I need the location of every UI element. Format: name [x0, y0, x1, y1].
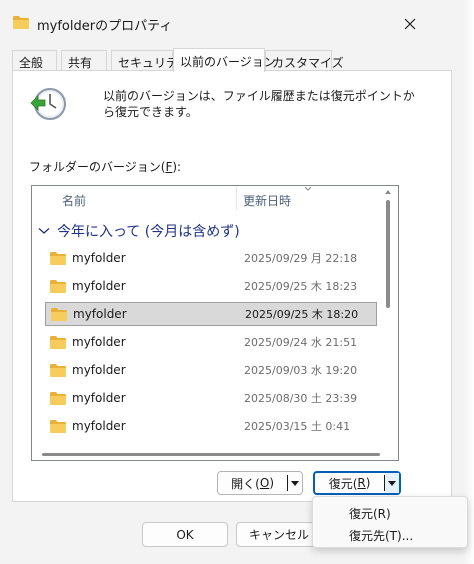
item-modified-date: 2025/09/29 月 22:18: [244, 252, 358, 265]
scroll-up-icon[interactable]: [384, 189, 392, 195]
open-button-prefix: 開く(: [231, 476, 260, 491]
vertical-scrollbar-thumb[interactable]: [386, 200, 390, 308]
versions-label-prefix: フォルダーのバージョン(: [29, 160, 166, 174]
list-item[interactable]: myfolder 2025/09/24 水 21:51: [45, 330, 377, 354]
versions-list[interactable]: 名前 更新日時 今年に入って (今月は含めず) myfolder 2025/09/…: [31, 185, 399, 461]
list-item[interactable]: myfolder 2025/08/30 土 23:39: [45, 386, 377, 410]
folder-icon: [13, 16, 29, 29]
horizontal-scrollbar-thumb[interactable]: [42, 453, 380, 456]
item-name: myfolder: [72, 391, 126, 405]
open-button[interactable]: 開く(O): [218, 472, 287, 494]
folder-icon: [50, 391, 66, 405]
tab-strip: 全般 共有 セキュリティ 以前のバージョン カスタマイズ: [12, 48, 452, 72]
restore-button[interactable]: 復元(R): [315, 473, 384, 493]
restore-dropdown-button[interactable]: [385, 473, 399, 493]
previous-versions-panel: 以前のバージョンは、ファイル履歴または復元ポイントから復元できます。 フォルダー…: [12, 70, 452, 502]
item-modified-date: 2025/08/30 土 23:39: [244, 392, 358, 405]
folder-icon: [50, 279, 66, 293]
caret-down-icon: [388, 480, 397, 486]
window-edge: [464, 0, 474, 564]
item-modified-date: 2025/09/25 木 18:20: [245, 308, 359, 321]
tab-previous-versions[interactable]: 以前のバージョン: [173, 48, 276, 72]
item-name: myfolder: [72, 363, 126, 377]
tab-security[interactable]: セキュリティ: [111, 50, 189, 71]
restore-dropdown-menu: 復元(R) 復元先(T)...: [312, 496, 468, 548]
menu-item-restore[interactable]: 復元(R): [349, 505, 391, 522]
tab-sharing[interactable]: 共有: [61, 50, 107, 71]
folder-icon: [51, 307, 67, 321]
caret-down-icon: [291, 480, 300, 486]
folder-icon: [50, 335, 66, 349]
item-name: myfolder: [72, 279, 126, 293]
column-header-name[interactable]: 名前: [62, 186, 86, 210]
close-icon: [404, 18, 416, 30]
sort-caret-icon: [304, 186, 312, 191]
tab-general[interactable]: 全般: [12, 50, 57, 71]
restore-button-prefix: 復元(: [328, 476, 358, 491]
open-button-accesskey: O: [259, 476, 270, 490]
clock-restore-icon: [30, 88, 66, 120]
group-header-label: 今年に入って (今月は含めず): [57, 224, 240, 240]
item-name: myfolder: [72, 419, 126, 433]
group-header[interactable]: 今年に入って (今月は含めず): [38, 220, 240, 242]
column-separator[interactable]: [236, 186, 237, 210]
window-title: myfolderのプロパティ: [37, 19, 173, 34]
list-item[interactable]: myfolder 2025/03/15 土 0:41: [45, 414, 377, 438]
chevron-down-icon: [38, 228, 50, 234]
folder-icon: [50, 251, 66, 265]
restore-split-button: 復元(R): [313, 471, 401, 495]
menu-item-restore-to[interactable]: 復元先(T)...: [349, 527, 413, 544]
info-text: 以前のバージョンは、ファイル履歴または復元ポイントから復元できます。: [103, 89, 415, 119]
cancel-button[interactable]: キャンセル: [236, 522, 322, 547]
item-modified-date: 2025/09/24 水 21:51: [244, 336, 358, 349]
open-button-suffix: ): [269, 476, 274, 490]
versions-label-suffix: ):: [172, 160, 182, 174]
item-modified-date: 2025/09/03 水 19:20: [244, 364, 358, 377]
item-name: myfolder: [72, 251, 126, 265]
properties-window: myfolderのプロパティ 全般 共有 セキュリティ 以前のバージョン カスタ…: [0, 0, 474, 564]
column-header-modified[interactable]: 更新日時: [243, 186, 291, 210]
restore-button-accesskey: R: [357, 476, 366, 490]
folder-icon: [50, 363, 66, 377]
title-bar: myfolderのプロパティ: [0, 0, 464, 46]
close-button[interactable]: [396, 12, 424, 36]
list-item[interactable]: myfolder 2025/09/29 月 22:18: [45, 246, 377, 270]
item-modified-date: 2025/09/25 木 18:23: [244, 280, 358, 293]
list-item[interactable]: myfolder 2025/09/25 木 18:23: [45, 274, 377, 298]
item-modified-date: 2025/03/15 土 0:41: [244, 420, 351, 433]
item-name: myfolder: [73, 307, 127, 321]
folder-icon: [50, 419, 66, 433]
item-name: myfolder: [72, 335, 126, 349]
list-item[interactable]: myfolder 2025/09/25 木 18:20: [45, 302, 377, 326]
open-split-button: 開く(O): [217, 471, 303, 495]
versions-label: フォルダーのバージョン(F):: [29, 158, 181, 175]
open-dropdown-button[interactable]: [288, 472, 302, 494]
restore-button-suffix: ): [365, 476, 371, 490]
ok-button[interactable]: OK: [142, 522, 228, 547]
list-item[interactable]: myfolder 2025/09/03 水 19:20: [45, 358, 377, 382]
